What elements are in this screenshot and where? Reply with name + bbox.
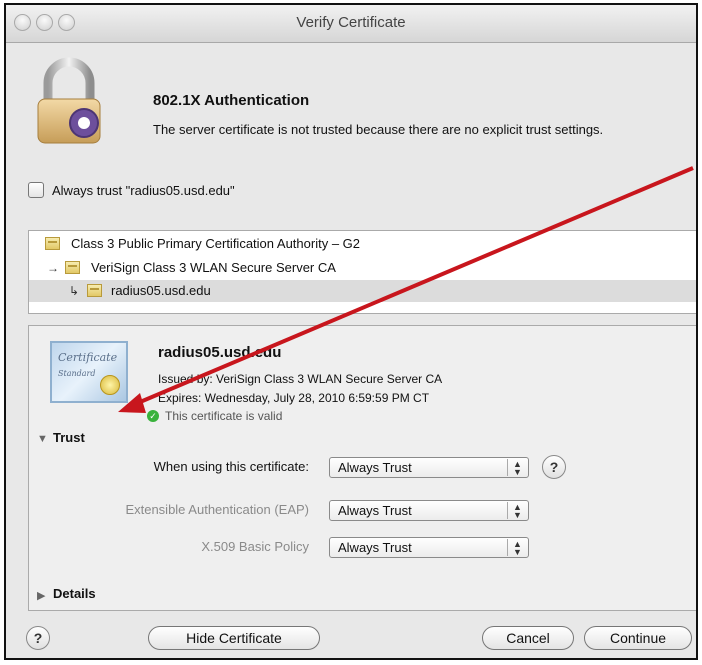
validity-status: This certificate is valid — [165, 409, 283, 423]
seal-icon — [100, 375, 120, 395]
title-bar[interactable]: Verify Certificate — [6, 5, 696, 43]
cancel-button[interactable]: Cancel — [482, 626, 574, 650]
help-button[interactable]: ? — [542, 455, 566, 479]
dialog-message: The server certificate is not trusted be… — [153, 122, 604, 137]
help-button[interactable]: ? — [26, 626, 50, 650]
certificate-badge-icon: Certificate Standard — [50, 341, 128, 403]
select-arrows-icon: ▲ ▼ — [507, 502, 527, 520]
trust-section-toggle[interactable]: Trust — [53, 430, 85, 445]
continue-button[interactable]: Continue — [584, 626, 692, 650]
chain-item-leaf[interactable]: ↳ radius05.usd.edu — [29, 280, 696, 302]
leaf-arrow-icon: ↳ — [69, 284, 80, 298]
x509-policy-select[interactable]: Always Trust ▲ ▼ — [329, 537, 529, 558]
chain-item-root[interactable]: Class 3 Public Primary Certification Aut… — [29, 233, 696, 255]
details-section-toggle[interactable]: Details — [53, 586, 96, 601]
trust-row-label: X.509 Basic Policy — [201, 539, 309, 554]
issued-by: Issued by: VeriSign Class 3 WLAN Secure … — [158, 372, 443, 386]
certificate-chain-list[interactable]: Class 3 Public Primary Certification Aut… — [28, 230, 696, 314]
padlock-icon — [37, 57, 101, 144]
trust-row-label: Extensible Authentication (EAP) — [125, 502, 309, 517]
when-using-certificate-select[interactable]: Always Trust ▲ ▼ — [329, 457, 529, 478]
certificate-icon — [87, 284, 102, 297]
child-arrow-icon: → — [47, 261, 59, 275]
certificate-icon — [45, 237, 60, 250]
trust-row-label: When using this certificate: — [153, 459, 309, 474]
select-arrows-icon: ▲ ▼ — [507, 539, 527, 557]
disclosure-triangle-closed-icon[interactable]: ▶ — [37, 589, 45, 602]
certificate-icon — [65, 261, 80, 274]
expires: Expires: Wednesday, July 28, 2010 6:59:5… — [158, 391, 430, 405]
hide-certificate-button[interactable]: Hide Certificate — [148, 626, 320, 650]
always-trust-label[interactable]: Always trust "radius05.usd.edu" — [52, 183, 235, 198]
certificate-name: radius05.usd.edu — [158, 344, 282, 361]
always-trust-checkbox[interactable] — [28, 182, 44, 198]
eap-trust-select[interactable]: Always Trust ▲ ▼ — [329, 500, 529, 521]
verify-certificate-window: Verify Certificate 802.1X Authentication… — [4, 3, 698, 660]
dialog-heading: 802.1X Authentication — [153, 92, 310, 109]
window-title: Verify Certificate — [296, 14, 406, 31]
select-arrows-icon: ▲ ▼ — [507, 459, 527, 477]
valid-check-icon: ✓ — [147, 410, 159, 422]
certificate-details-panel: Certificate Standard radius05.usd.edu Is… — [28, 325, 696, 611]
chain-item-intermediate[interactable]: → VeriSign Class 3 WLAN Secure Server CA — [29, 257, 696, 279]
disclosure-triangle-open-icon[interactable]: ▼ — [37, 433, 48, 445]
